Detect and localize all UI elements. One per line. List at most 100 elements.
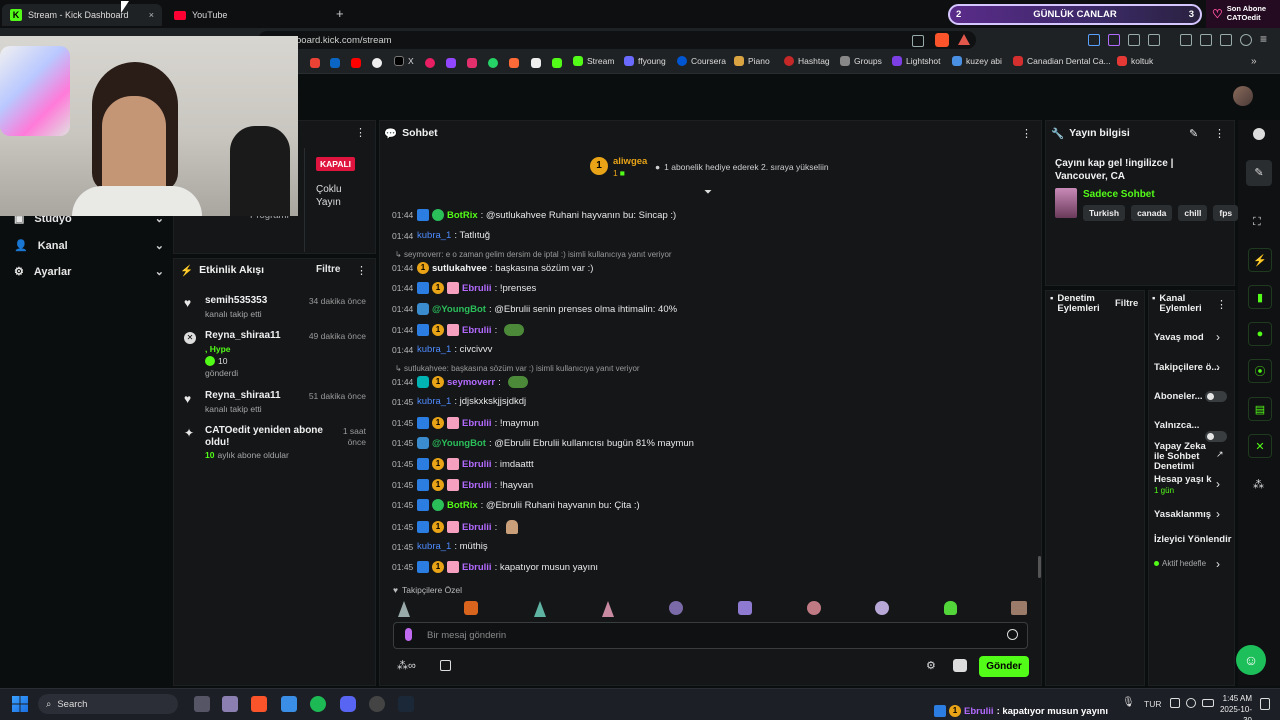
layout-icon[interactable]: ▤ (1248, 397, 1272, 421)
activity-filter-button[interactable]: Filtre (316, 264, 340, 275)
close-tab-icon[interactable]: × (149, 10, 154, 20)
tag[interactable]: Turkish (1083, 205, 1126, 221)
taskbar-clock[interactable]: 1:45 AM 2025-10-30 (1212, 693, 1252, 720)
chat-username[interactable]: Ebrulii (462, 562, 492, 573)
active-goals-row[interactable]: Aktif hedefle (1154, 559, 1206, 568)
scroll-down-icon[interactable]: ⏷ (704, 187, 712, 198)
kick-bookmark-icon[interactable] (552, 58, 562, 68)
store-icon[interactable] (440, 660, 451, 671)
chat-username[interactable]: @YoungBot (432, 438, 486, 449)
steam-icon[interactable] (398, 696, 414, 712)
wrench-icon[interactable]: ✕ (1248, 434, 1272, 458)
chat-username[interactable]: Ebrulii (462, 522, 492, 533)
sidebar-toggle-icon[interactable] (1180, 34, 1192, 46)
microphone-tray-icon[interactable]: 🎙 (1122, 697, 1135, 708)
language-indicator[interactable]: TUR (1144, 699, 1161, 709)
chat-username[interactable]: @YoungBot (432, 304, 486, 315)
more-options-icon[interactable]: ⋮ (1021, 127, 1032, 140)
youtube-bookmark-icon[interactable] (351, 58, 361, 68)
chevron-right-icon[interactable]: › (1216, 507, 1220, 521)
leo-icon[interactable] (1220, 34, 1232, 46)
bookmark-lightshot[interactable]: Lightshot (892, 56, 941, 66)
emote-icon[interactable] (807, 601, 821, 615)
extensions-puzzle-icon[interactable] (1128, 34, 1140, 46)
bookmark-coursera[interactable]: Coursera (677, 56, 726, 66)
raid-row[interactable]: İzleyici Yönlendir (1154, 534, 1232, 545)
chat-username[interactable]: kubra_1 (417, 396, 451, 407)
brave-shield-icon[interactable] (935, 33, 949, 47)
emoji-icon[interactable] (1007, 629, 1018, 640)
spotify-icon[interactable] (310, 696, 326, 712)
chat-username[interactable]: Ebrulii (462, 325, 492, 336)
bookmark-groups[interactable]: Groups (840, 56, 882, 66)
category-link[interactable]: Sadece Sohbet (1083, 189, 1155, 200)
send-button[interactable]: Gönder (979, 656, 1029, 677)
tab-youtube[interactable]: YouTube (166, 4, 326, 26)
more-options-icon[interactable]: ⋮ (355, 126, 366, 139)
extension-icon[interactable] (1088, 34, 1100, 46)
bookmark-ffyoung[interactable]: ffyoung (624, 56, 666, 66)
edit-icon[interactable]: ✎ (1189, 127, 1198, 140)
event-user[interactable]: Reyna_shiraa11 (205, 390, 281, 401)
external-link-icon[interactable]: ↗ (1216, 449, 1224, 460)
volume-icon[interactable] (1186, 698, 1196, 708)
emote-icon[interactable] (875, 601, 889, 615)
share-icon[interactable] (912, 35, 924, 47)
wallet-icon[interactable] (1200, 34, 1212, 46)
instagram-icon[interactable] (467, 58, 477, 68)
more-options-icon[interactable]: ⋮ (1216, 298, 1227, 311)
whatsapp-icon[interactable] (488, 58, 498, 68)
tools-icon[interactable]: ⁂∞ (397, 659, 416, 672)
app-icon[interactable] (281, 696, 297, 712)
bookmark-koltuk[interactable]: koltuk (1117, 56, 1153, 66)
emote-icon[interactable] (944, 601, 957, 615)
microphone-icon[interactable] (405, 628, 412, 641)
chat-username[interactable]: Ebrulii (462, 480, 492, 491)
event-user[interactable]: semih535353 (205, 295, 267, 306)
extension-icon[interactable] (1108, 34, 1120, 46)
emote-icon[interactable] (669, 601, 683, 615)
network-icon[interactable] (1170, 698, 1180, 708)
tag[interactable]: fps (1213, 205, 1239, 221)
bookmark-kuzey[interactable]: kuzey abi (952, 56, 1002, 66)
chat-scrollbar[interactable] (1038, 556, 1041, 578)
more-options-icon[interactable]: ⋮ (356, 264, 367, 277)
subscribers-only-toggle[interactable] (1205, 391, 1227, 402)
more-bookmarks-icon[interactable]: » (1251, 56, 1257, 67)
media-icon[interactable] (1148, 34, 1160, 46)
chat-username[interactable]: BotRix (447, 210, 478, 221)
chat-username[interactable]: Ebrulii (462, 283, 492, 294)
more-options-icon[interactable]: ⋮ (1214, 127, 1225, 140)
chevron-right-icon[interactable]: › (1216, 330, 1220, 344)
twitch-icon[interactable] (446, 58, 456, 68)
bookmark-stream[interactable]: Stream (573, 56, 614, 66)
chat-username[interactable]: sutlukahvee (432, 263, 487, 274)
menu-icon[interactable]: ≡ (1260, 32, 1267, 46)
chat-username[interactable]: BotRix (447, 500, 478, 511)
sidebar-item-channel[interactable]: 👤 Kanal ⌄ (14, 239, 164, 253)
apps-icon[interactable]: ⁂ (1253, 478, 1264, 491)
brave-rewards-icon[interactable] (958, 34, 970, 45)
chat-username[interactable]: Ebrulii (462, 418, 492, 429)
obs-icon[interactable] (369, 696, 385, 712)
tag[interactable]: canada (1131, 205, 1173, 221)
app-icon[interactable] (222, 696, 238, 712)
outlook-icon[interactable] (330, 58, 340, 68)
document-icon[interactable]: ▮ (1248, 285, 1272, 309)
chat-username[interactable]: kubra_1 (417, 541, 451, 552)
bookmark-piano[interactable]: Piano (734, 56, 770, 66)
gmail-icon[interactable] (310, 58, 320, 68)
chevron-right-icon[interactable]: › (1216, 360, 1220, 374)
emote-only-toggle[interactable] (1205, 431, 1227, 442)
sidebar-item-settings[interactable]: ⚙ Ayarlar ⌄ (14, 265, 164, 279)
event-user[interactable]: CATOedit yeniden abone oldu! (205, 425, 323, 449)
bookmark-hashtag[interactable]: Hashtag (784, 56, 830, 66)
discord-icon[interactable] (340, 696, 356, 712)
notifications-icon[interactable] (1260, 698, 1270, 710)
bookmark-dental[interactable]: Canadian Dental Ca... (1013, 56, 1111, 66)
chat-username[interactable]: Ebrulii (462, 459, 492, 470)
new-tab-button[interactable]: + (336, 6, 344, 21)
help-button[interactable]: ☺ (1236, 645, 1266, 675)
edit-icon[interactable]: ✎ (1246, 160, 1272, 186)
ai-moderation-row[interactable]: Yapay Zeka ile Sohbet Denetimi (1154, 442, 1210, 472)
